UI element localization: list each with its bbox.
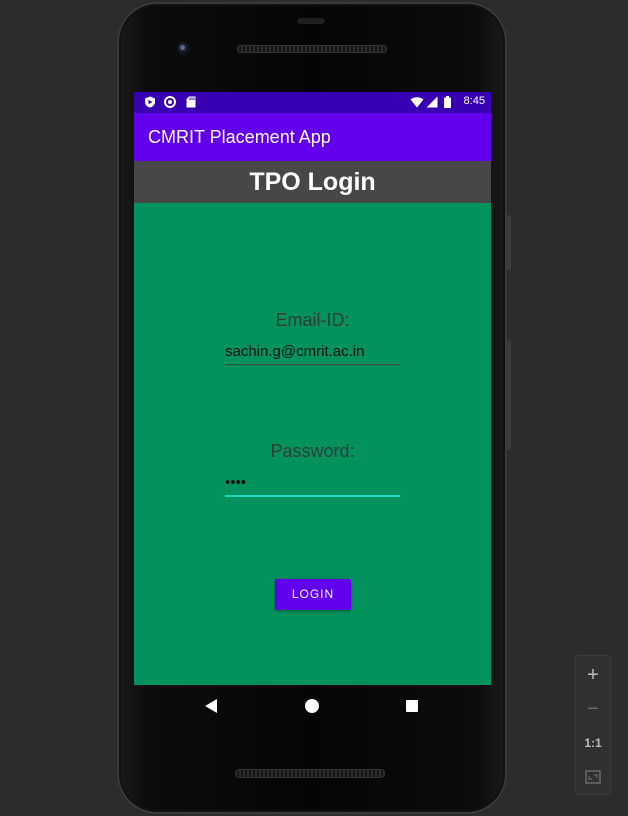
actual-size-button[interactable]: 1:1 xyxy=(576,727,610,759)
status-bar: 8:45 xyxy=(134,92,491,113)
earpiece-slot xyxy=(297,18,325,24)
page-heading: TPO Login xyxy=(134,161,491,203)
battery-icon xyxy=(444,96,451,108)
wifi-icon xyxy=(410,97,424,108)
login-button[interactable]: LOGIN xyxy=(275,579,351,610)
sd-card-icon xyxy=(186,96,196,108)
password-label: Password: xyxy=(270,441,355,461)
cell-signal-icon xyxy=(426,96,438,108)
zoom-in-button[interactable]: + xyxy=(576,659,610,691)
zoom-out-button[interactable]: − xyxy=(576,693,610,725)
password-field[interactable]: •••• xyxy=(225,471,400,497)
home-icon[interactable] xyxy=(305,699,319,713)
top-speaker-grill xyxy=(237,45,387,53)
volume-button[interactable] xyxy=(506,215,511,270)
power-button[interactable] xyxy=(506,340,511,450)
app-bar: CMRIT Placement App xyxy=(134,113,491,161)
zoom-controls: + − 1:1 xyxy=(575,655,611,795)
fit-screen-icon xyxy=(585,770,601,784)
front-camera xyxy=(177,42,191,56)
recent-apps-icon[interactable] xyxy=(406,700,418,712)
app-title: CMRIT Placement App xyxy=(148,127,331,147)
sync-icon xyxy=(164,96,176,108)
play-protect-icon xyxy=(145,96,155,108)
email-field[interactable]: sachin.g@cmrit.ac.in xyxy=(225,340,400,365)
bottom-speaker-grill xyxy=(235,769,385,778)
device-screen: 8:45 CMRIT Placement App TPO Login Email… xyxy=(134,92,491,685)
fit-screen-button[interactable] xyxy=(576,761,610,793)
back-icon[interactable] xyxy=(205,699,217,713)
status-time: 8:45 xyxy=(463,95,485,107)
email-label: Email-ID: xyxy=(275,310,350,330)
